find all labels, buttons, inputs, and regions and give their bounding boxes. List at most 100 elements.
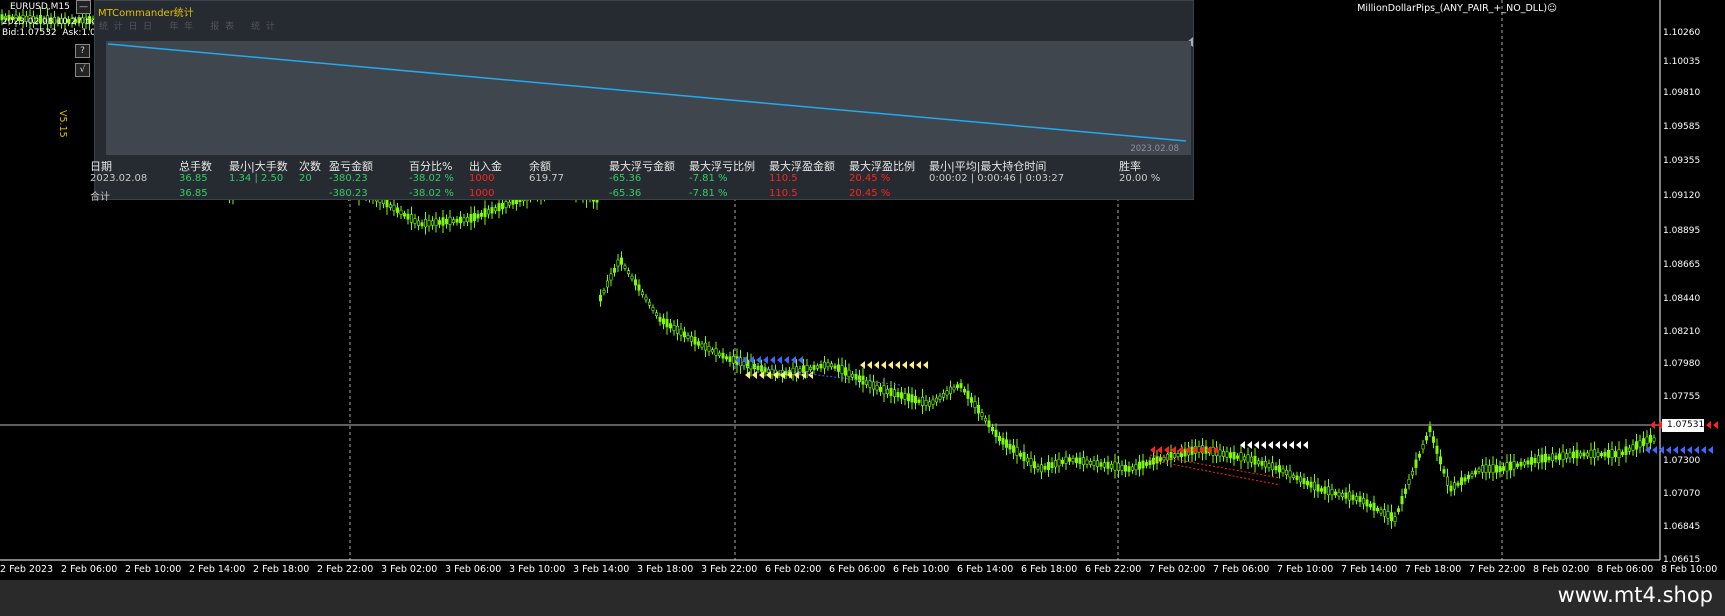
candle-body	[1082, 457, 1086, 465]
cell-deposit: 1000	[469, 188, 495, 199]
candle-body	[1642, 438, 1646, 446]
candle-body	[1337, 491, 1341, 497]
cell-profit: -380.23	[329, 173, 368, 184]
check-button[interactable]: √	[75, 63, 90, 77]
candle-body	[479, 212, 483, 217]
candle-body	[1628, 447, 1632, 452]
trade-marker	[1164, 446, 1169, 454]
header-profit: 盈亏金额	[329, 160, 373, 173]
cell-max-float-loss-pct: -7.81 %	[689, 188, 728, 199]
candle-body	[791, 367, 795, 375]
help-button[interactable]: ?	[75, 44, 90, 58]
header-percent: 百分比%	[409, 160, 453, 173]
candle-body	[402, 213, 406, 217]
candle-body	[1586, 452, 1590, 457]
candle-body	[455, 218, 459, 223]
candle-body	[913, 396, 917, 404]
candle-body	[1232, 451, 1236, 460]
candle-body	[1481, 465, 1485, 473]
candle-body	[1341, 492, 1345, 498]
candle-body	[1064, 456, 1068, 464]
equity-date-label: 2023.02.08	[1130, 144, 1179, 154]
candle-body	[1558, 453, 1562, 460]
candle-body	[966, 390, 970, 399]
price-axis-label: 1.09585	[1663, 122, 1701, 132]
candle-body	[703, 342, 707, 351]
candle-body	[1078, 457, 1082, 464]
trade-marker	[923, 361, 928, 369]
trade-marker	[798, 356, 803, 364]
candle-body	[409, 214, 413, 223]
candle-body	[1383, 509, 1387, 517]
candle-body	[1344, 492, 1348, 499]
time-axis-label: 3 Feb 02:00	[381, 564, 438, 575]
time-axis-label: 3 Feb 14:00	[573, 564, 630, 575]
candle-body	[731, 356, 735, 364]
candle-body	[1127, 466, 1131, 472]
panel-tabs[interactable]: 统 计 日 日 年 年 报 表 统 计	[99, 19, 275, 32]
candle-body	[1390, 512, 1394, 522]
candle-body	[1645, 436, 1649, 445]
candle-body	[686, 335, 690, 339]
candle-body	[1551, 453, 1555, 462]
candle-body	[1327, 486, 1331, 496]
candle-body	[1124, 465, 1128, 472]
candle-body	[1397, 508, 1401, 512]
candle-body	[777, 372, 781, 376]
candle-body	[871, 381, 875, 390]
cell-hold-time: 0:00:02 | 0:00:46 | 0:03:27	[929, 173, 1065, 184]
candle-body	[924, 400, 928, 406]
candle-body	[1071, 458, 1075, 462]
candle-body	[829, 363, 833, 368]
candle-body	[875, 385, 879, 391]
price-chart[interactable]: EURUSD,M15 2023.02.08 10:27 tick:781 Bid…	[0, 0, 1725, 580]
candle-body	[1015, 446, 1019, 456]
candle-body	[1621, 451, 1625, 455]
candle-body	[1302, 478, 1306, 485]
candle-body	[640, 291, 644, 296]
candle-body	[1018, 453, 1022, 457]
cell-date: 合计	[90, 192, 110, 203]
cell-max-float-profit-pct: 20.45 %	[849, 173, 891, 184]
candle-body	[1348, 491, 1352, 501]
candle-body	[1141, 460, 1145, 469]
candle-body	[458, 216, 462, 224]
candle-body	[1173, 453, 1177, 459]
candle-body	[1089, 461, 1093, 465]
time-axis-label: 6 Feb 22:00	[1085, 564, 1142, 575]
candle-body	[1351, 494, 1355, 501]
candle-body	[654, 312, 658, 317]
candle-body	[1068, 457, 1072, 462]
candle-body	[1411, 470, 1415, 476]
cell-max-float-loss-pct: -7.81 %	[689, 173, 728, 184]
cell-total-lots: 36.85	[179, 188, 208, 199]
candle-body	[672, 324, 676, 331]
time-axis-label: 8 Feb 06:00	[1597, 564, 1654, 575]
candle-body	[1243, 456, 1247, 461]
minimize-button[interactable]: —	[76, 0, 91, 14]
candle-body	[420, 222, 424, 227]
candle-body	[854, 374, 858, 381]
candle-body	[1313, 481, 1317, 491]
cell-max-float-profit: 110.5	[769, 188, 798, 199]
cell-deposit: 1000	[469, 173, 495, 184]
candle-body	[812, 365, 816, 370]
candle-body	[444, 218, 448, 225]
candle-body	[1512, 461, 1516, 470]
candle-body	[1607, 449, 1611, 458]
trade-marker	[777, 356, 782, 364]
candle-body	[1453, 482, 1457, 490]
candle-body	[1281, 468, 1285, 474]
candle-body	[1400, 495, 1404, 505]
trade-marker	[1254, 441, 1259, 449]
candle-body	[462, 217, 466, 223]
candle-body	[1565, 453, 1569, 459]
price-axis-label: 1.09810	[1663, 88, 1701, 98]
candle-body	[1176, 453, 1180, 457]
candle-body	[616, 259, 620, 267]
candle-body	[850, 373, 854, 378]
candle-body	[717, 352, 721, 356]
candle-body	[1509, 461, 1513, 471]
candle-body	[1358, 496, 1362, 503]
time-axis-label: 7 Feb 02:00	[1149, 564, 1206, 575]
